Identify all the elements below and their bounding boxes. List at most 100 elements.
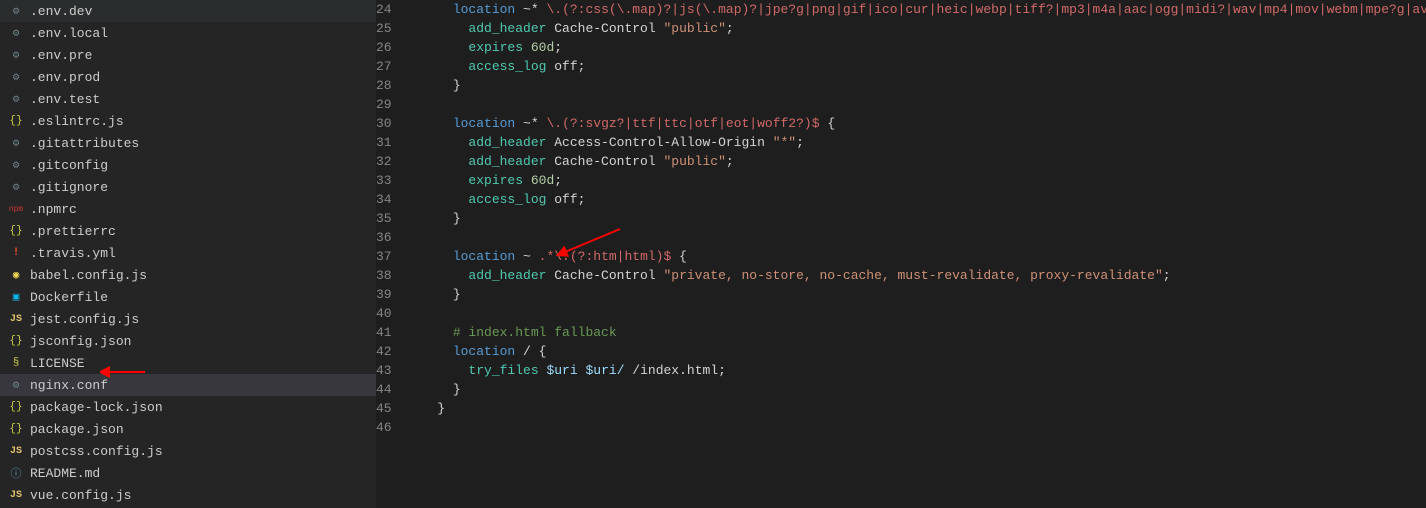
gear-icon: ⚙	[8, 377, 24, 393]
line-number: 46	[376, 418, 392, 437]
readme-icon: ⓘ	[8, 465, 24, 481]
line-number: 30	[376, 114, 392, 133]
gear-icon: ⚙	[8, 3, 24, 19]
file-item--npmrc[interactable]: npm .npmrc	[0, 198, 376, 220]
line-number: 43	[376, 361, 392, 380]
line-number: 31	[376, 133, 392, 152]
code-line[interactable]: expires 60d;	[422, 38, 1426, 57]
line-number: 41	[376, 323, 392, 342]
code-line[interactable]: location / {	[422, 342, 1426, 361]
file-item--gitattributes[interactable]: ⚙ .gitattributes	[0, 132, 376, 154]
file-name-label: .travis.yml	[30, 246, 116, 261]
code-line[interactable]: location ~ .*\.(?:htm|html)$ {	[422, 247, 1426, 266]
line-number: 26	[376, 38, 392, 57]
file-name-label: jest.config.js	[30, 312, 139, 327]
line-number: 29	[376, 95, 392, 114]
code-editor[interactable]: 2425262728293031323334353637383940414243…	[376, 0, 1426, 508]
line-number: 28	[376, 76, 392, 95]
file-item--eslintrc-js[interactable]: {} .eslintrc.js	[0, 110, 376, 132]
file-item--gitconfig[interactable]: ⚙ .gitconfig	[0, 154, 376, 176]
file-name-label: postcss.config.js	[30, 444, 163, 459]
file-name-label: .gitattributes	[30, 136, 139, 151]
code-line[interactable]: location ~* \.(?:css(\.map)?|js(\.map)?|…	[422, 0, 1426, 19]
line-number: 33	[376, 171, 392, 190]
babel-icon: ◉	[8, 267, 24, 283]
code-line[interactable]: add_header Cache-Control "public";	[422, 152, 1426, 171]
yml-icon: !	[8, 245, 24, 261]
file-name-label: package-lock.json	[30, 400, 163, 415]
code-line[interactable]	[422, 95, 1426, 114]
code-line[interactable]: add_header Cache-Control "private, no-st…	[422, 266, 1426, 285]
line-number: 36	[376, 228, 392, 247]
code-line[interactable]	[422, 304, 1426, 323]
gear-icon: ⚙	[8, 179, 24, 195]
file-item-Dockerfile[interactable]: ▣Dockerfile	[0, 286, 376, 308]
file-name-label: LICENSE	[30, 356, 85, 371]
code-line[interactable]	[422, 418, 1426, 437]
file-item--env-local[interactable]: ⚙.env.local	[0, 22, 376, 44]
file-name-label: .prettierrc	[30, 224, 116, 239]
gear-icon: ⚙	[8, 25, 24, 41]
code-line[interactable]: location ~* \.(?:svgz?|ttf|ttc|otf|eot|w…	[422, 114, 1426, 133]
line-number: 45	[376, 399, 392, 418]
npm-icon: npm	[8, 201, 24, 217]
file-item-README-md[interactable]: ⓘ README.md	[0, 462, 376, 484]
code-line[interactable]: }	[422, 399, 1426, 418]
line-number: 32	[376, 152, 392, 171]
file-name-label: README.md	[30, 466, 100, 481]
gear-icon: ⚙	[8, 135, 24, 151]
file-item--env-pre[interactable]: ⚙.env.pre	[0, 44, 376, 66]
file-name-label: .npmrc	[30, 202, 77, 217]
line-number: 38	[376, 266, 392, 285]
file-item--prettierrc[interactable]: {} .prettierrc	[0, 220, 376, 242]
file-item--gitignore[interactable]: ⚙.gitignore	[0, 176, 376, 198]
file-item-vue-config-js[interactable]: JSvue.config.js	[0, 484, 376, 506]
file-item-package-json[interactable]: {}package.json	[0, 418, 376, 440]
code-line[interactable]: # index.html fallback	[422, 323, 1426, 342]
file-name-label: .gitconfig	[30, 158, 108, 173]
code-line[interactable]: access_log off;	[422, 57, 1426, 76]
code-line[interactable]: }	[422, 285, 1426, 304]
file-item-babel-config-js[interactable]: ◉babel.config.js	[0, 264, 376, 286]
file-name-label: nginx.conf	[30, 378, 108, 393]
file-name-label: .env.prod	[30, 70, 100, 85]
code-line[interactable]: add_header Cache-Control "public";	[422, 19, 1426, 38]
line-number: 42	[376, 342, 392, 361]
code-line[interactable]: }	[422, 209, 1426, 228]
json-icon: {}	[8, 421, 24, 437]
file-item-package-lock-json[interactable]: {} package-lock.json	[0, 396, 376, 418]
code-line[interactable]: expires 60d;	[422, 171, 1426, 190]
file-item-postcss-config-js[interactable]: JS postcss.config.js	[0, 440, 376, 462]
line-number: 39	[376, 285, 392, 304]
line-number: 44	[376, 380, 392, 399]
file-item-jest-config-js[interactable]: JS jest.config.js	[0, 308, 376, 330]
code-line[interactable]: add_header Access-Control-Allow-Origin "…	[422, 133, 1426, 152]
line-number: 27	[376, 57, 392, 76]
file-item-jsconfig-json[interactable]: {}jsconfig.json	[0, 330, 376, 352]
file-item--env-dev[interactable]: ⚙.env.dev	[0, 0, 376, 22]
code-line[interactable]	[422, 228, 1426, 247]
file-item-LICENSE[interactable]: §LICENSE	[0, 352, 376, 374]
gear-icon: ⚙	[8, 157, 24, 173]
file-item--env-test[interactable]: ⚙.env.test	[0, 88, 376, 110]
js-icon: JS	[8, 443, 24, 459]
json-icon: {}	[8, 333, 24, 349]
code-line[interactable]: }	[422, 76, 1426, 95]
file-name-label: vue.config.js	[30, 488, 131, 503]
json-icon: {}	[8, 399, 24, 415]
gear-icon: ⚙	[8, 69, 24, 85]
file-item--travis-yml[interactable]: ! .travis.yml	[0, 242, 376, 264]
json-icon: {}	[8, 113, 24, 129]
line-number: 37	[376, 247, 392, 266]
code-line[interactable]: try_files $uri $uri/ /index.html;	[422, 361, 1426, 380]
file-item--env-prod[interactable]: ⚙ .env.prod	[0, 66, 376, 88]
code-content[interactable]: location ~* \.(?:css(\.map)?|js(\.map)?|…	[412, 0, 1426, 508]
code-line[interactable]: access_log off;	[422, 190, 1426, 209]
file-name-label: .eslintrc.js	[30, 114, 124, 129]
file-explorer[interactable]: ⚙.env.dev⚙.env.local⚙.env.pre⚙.env.prod⚙…	[0, 0, 376, 508]
docker-icon: ▣	[8, 289, 24, 305]
code-line[interactable]: }	[422, 380, 1426, 399]
json-icon: {}	[8, 223, 24, 239]
file-item-nginx-conf[interactable]: ⚙ nginx.conf	[0, 374, 376, 396]
js-icon: JS	[8, 311, 24, 327]
